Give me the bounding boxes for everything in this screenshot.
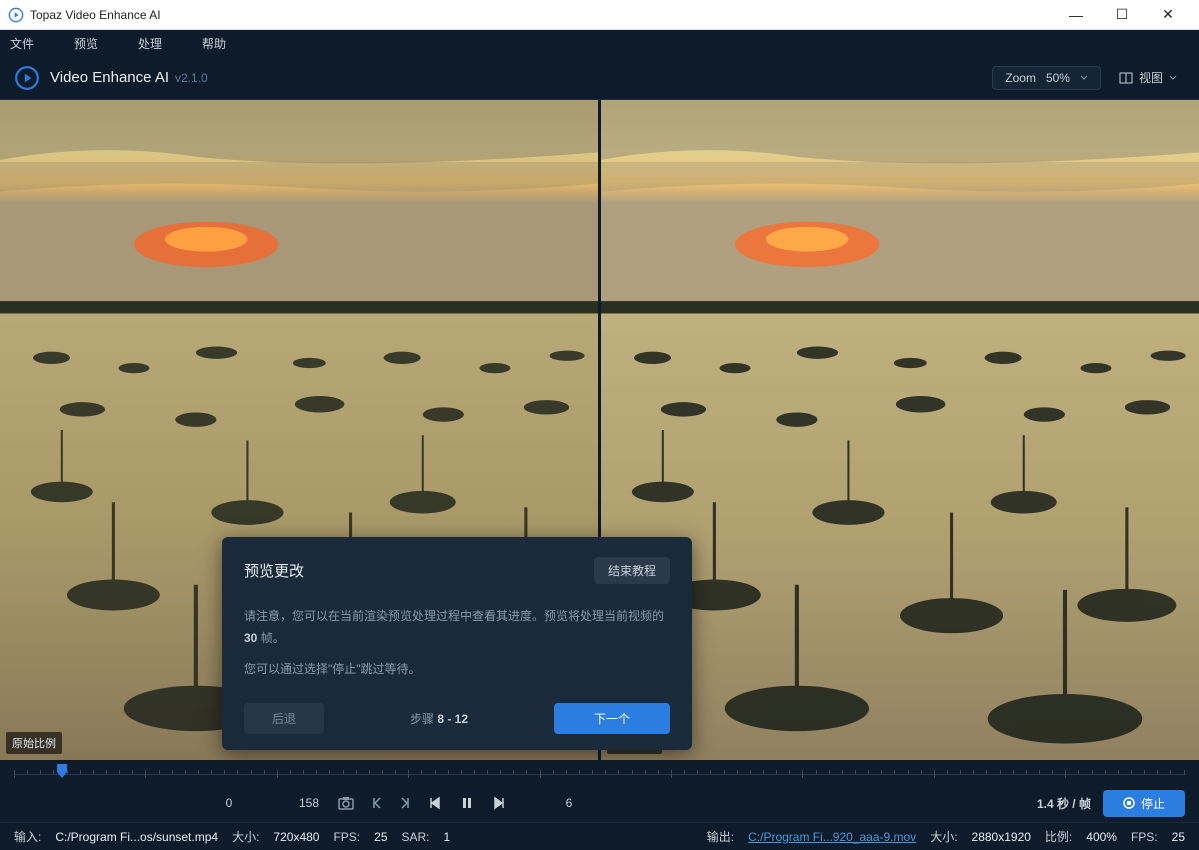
step-back-icon[interactable] xyxy=(428,796,442,810)
timeline[interactable] xyxy=(0,760,1199,784)
window-titlebar: Topaz Video Enhance AI — ☐ ✕ xyxy=(0,0,1199,30)
original-label: 原始比例 xyxy=(6,732,62,754)
pause-icon[interactable] xyxy=(460,796,474,810)
tutorial-back-button[interactable]: 后退 xyxy=(244,703,324,734)
playhead-icon[interactable] xyxy=(55,762,69,780)
menubar: 文件 预览 处理 帮助 xyxy=(0,30,1199,56)
fps-out: 25 xyxy=(1172,830,1185,844)
app-title: Video Enhance AI xyxy=(50,69,169,86)
end-tutorial-button[interactable]: 结束教程 xyxy=(594,557,670,584)
stop-button[interactable]: 停止 xyxy=(1103,790,1185,817)
frame-end: 6 xyxy=(554,796,584,810)
app-version: v2.1.0 xyxy=(175,71,208,85)
output-label: 输出: xyxy=(707,828,734,845)
tutorial-text-2: 您可以通过选择"停止"跳过等待。 xyxy=(244,659,670,681)
close-button[interactable]: ✕ xyxy=(1145,0,1191,30)
preview-area: 原始比例 xyxy=(0,100,1199,760)
frame-current: 158 xyxy=(294,796,324,810)
size-out-label: 大小: xyxy=(930,828,957,845)
logo-icon xyxy=(14,65,40,91)
input-path: C:/Program Fi...os/sunset.mp4 xyxy=(55,830,218,844)
minimize-button[interactable]: — xyxy=(1053,0,1099,30)
output-path[interactable]: C:/Program Fi...920_aaa-9.mov xyxy=(748,830,916,844)
app-icon xyxy=(8,7,24,23)
menu-help[interactable]: 帮助 xyxy=(202,35,226,52)
view-label: 视图 xyxy=(1139,69,1163,86)
layout-icon xyxy=(1119,71,1133,85)
maximize-button[interactable]: ☐ xyxy=(1099,0,1145,30)
playback-controls: 0 158 6 1.4 秒 / 帧 停止 xyxy=(0,784,1199,822)
ratio-value: 400% xyxy=(1086,830,1117,844)
statusbar: 输入: C:/Program Fi...os/sunset.mp4 大小: 72… xyxy=(0,822,1199,850)
mark-in-icon[interactable] xyxy=(372,796,382,810)
menu-process[interactable]: 处理 xyxy=(138,35,162,52)
chevron-down-icon xyxy=(1169,74,1177,82)
fps-out-label: FPS: xyxy=(1131,830,1158,844)
size-out: 2880x1920 xyxy=(972,830,1031,844)
header: Video Enhance AI v2.1.0 Zoom 50% 视图 xyxy=(0,56,1199,100)
zoom-value: 50% xyxy=(1046,71,1070,85)
size-in: 720x480 xyxy=(273,830,319,844)
tutorial-popup: 预览更改 结束教程 请注意，您可以在当前渲染预览处理过程中查看其进度。预览将处理… xyxy=(222,537,692,750)
sar-label: SAR: xyxy=(402,830,430,844)
zoom-label: Zoom xyxy=(1005,71,1036,85)
tutorial-title: 预览更改 xyxy=(244,560,304,581)
ratio-label: 比例: xyxy=(1045,828,1072,845)
tutorial-step: 步骤 8 - 12 xyxy=(334,710,544,727)
camera-icon[interactable] xyxy=(338,796,354,810)
menu-preview[interactable]: 预览 xyxy=(74,35,98,52)
stop-icon xyxy=(1123,797,1135,809)
step-forward-icon[interactable] xyxy=(492,796,506,810)
view-dropdown[interactable]: 视图 xyxy=(1111,65,1185,90)
chevron-down-icon xyxy=(1080,74,1088,82)
menu-file[interactable]: 文件 xyxy=(10,35,34,52)
tutorial-text-1: 请注意，您可以在当前渲染预览处理过程中查看其进度。预览将处理当前视频的 30 帧… xyxy=(244,606,670,649)
zoom-dropdown[interactable]: Zoom 50% xyxy=(992,66,1101,90)
size-in-label: 大小: xyxy=(232,828,259,845)
mark-out-icon[interactable] xyxy=(400,796,410,810)
render-rate: 1.4 秒 / 帧 xyxy=(1037,795,1091,812)
tutorial-next-button[interactable]: 下一个 xyxy=(554,703,670,734)
window-title: Topaz Video Enhance AI xyxy=(30,8,1053,22)
frame-start: 0 xyxy=(214,796,244,810)
fps-in: 25 xyxy=(374,830,387,844)
sar-value: 1 xyxy=(444,830,451,844)
fps-in-label: FPS: xyxy=(333,830,360,844)
input-label: 输入: xyxy=(14,828,41,845)
